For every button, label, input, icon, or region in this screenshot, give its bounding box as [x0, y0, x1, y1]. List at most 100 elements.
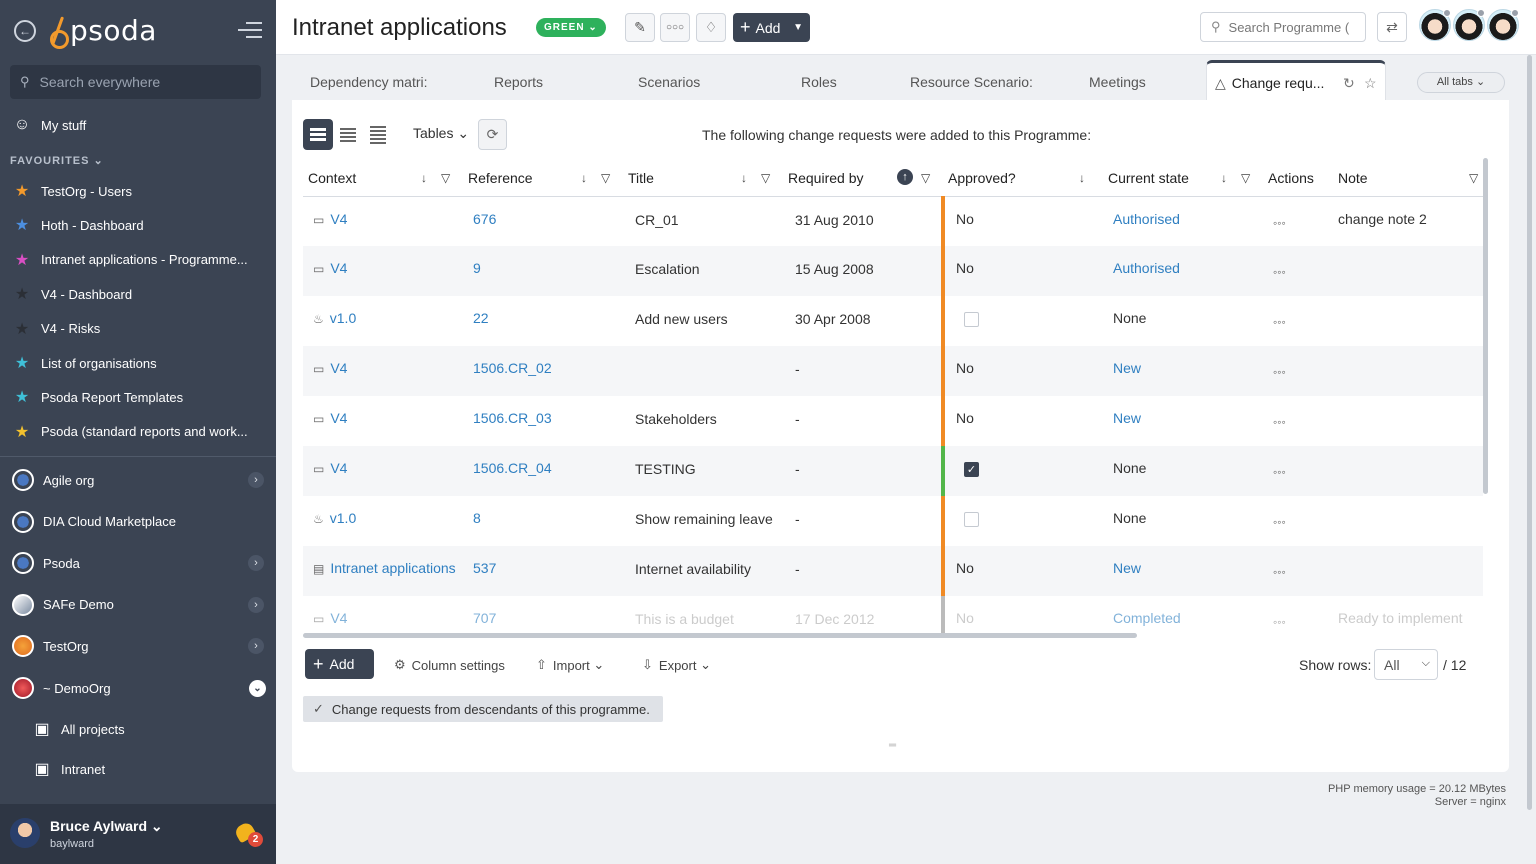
organisation-item[interactable]: DIA Cloud Marketplace — [0, 505, 276, 539]
state-link[interactable]: Completed — [1113, 610, 1181, 626]
refresh-table-icon[interactable]: ⟳ — [478, 119, 507, 150]
user-name[interactable]: Bruce Aylward ⌄ — [50, 818, 163, 835]
resize-handle-icon[interactable]: ═ — [889, 740, 901, 751]
context-link[interactable]: V4 — [330, 360, 347, 376]
more-actions-icon[interactable]: ◦◦◦ — [1273, 365, 1286, 379]
state-link[interactable]: Authorised — [1113, 260, 1180, 276]
collapse-menu-icon[interactable] — [238, 22, 262, 38]
more-actions-icon[interactable]: ◦◦◦ — [1273, 315, 1286, 329]
context-link[interactable]: V4 — [330, 211, 347, 227]
context-link[interactable]: V4 — [330, 260, 347, 276]
chevron-right-icon[interactable]: › — [248, 638, 264, 655]
reference-link[interactable]: 1506.CR_02 — [473, 360, 552, 376]
programme-search[interactable]: ⚲ — [1200, 12, 1366, 42]
all-tabs-dropdown[interactable]: All tabs ⌄ — [1417, 72, 1505, 93]
sidebar-item-all-projects[interactable]: ▣ All projects — [0, 712, 276, 746]
table-row[interactable]: ♨ v1.0 8 Show remaining leave - None ◦◦◦ — [303, 496, 1483, 546]
export-button[interactable]: ⇩ Export ⌄ — [642, 657, 711, 673]
more-actions-icon[interactable]: ◦◦◦ — [1273, 515, 1286, 529]
context-link[interactable]: V4 — [330, 460, 347, 476]
context-link[interactable]: V4 — [330, 410, 347, 426]
more-actions-icon[interactable]: ◦◦◦ — [1273, 615, 1286, 629]
reference-link[interactable]: 22 — [473, 310, 489, 326]
team-member-avatar[interactable] — [1419, 9, 1451, 41]
more-actions-icon[interactable]: ◦◦◦ — [1273, 565, 1286, 579]
column-header-required-by[interactable]: Required by ↑ ▽ — [783, 160, 943, 197]
tab-resource-scenarios[interactable]: Resource Scenario: — [910, 74, 1032, 90]
programme-search-input[interactable] — [1228, 19, 1359, 35]
table-row[interactable]: ▤ Intranet applications 537 Internet availa… — [303, 546, 1483, 596]
show-rows-select[interactable]: All ⌵ — [1374, 649, 1438, 680]
favourite-item[interactable]: ★ V4 - Dashboard — [0, 277, 276, 311]
sidebar-item-my-stuff[interactable]: ☺ My stuff — [0, 108, 276, 142]
more-actions-icon[interactable]: ◦◦◦ — [1273, 265, 1286, 279]
star-icon[interactable]: ☆ — [1364, 75, 1377, 92]
organisation-item[interactable]: ~ DemoOrg ⌄ — [0, 671, 276, 705]
vertical-scrollbar[interactable] — [1483, 158, 1488, 494]
approved-checkbox[interactable] — [964, 512, 979, 527]
reference-link[interactable]: 537 — [473, 560, 496, 576]
page-scrollbar[interactable] — [1527, 55, 1532, 810]
tab-dependency-matrix[interactable]: Dependency matri: — [310, 74, 432, 90]
favourite-item[interactable]: ★ Hoth - Dashboard — [0, 208, 276, 242]
favourite-item[interactable]: ★ Intranet applications - Programme... — [0, 243, 276, 277]
horizontal-scrollbar[interactable] — [303, 633, 1137, 638]
sidebar-search-input[interactable] — [39, 74, 240, 90]
more-options-icon[interactable]: ○○○ — [660, 13, 690, 42]
table-row[interactable]: ▭ V4 707 This is a budget 17 Dec 2012 No Compl… — [303, 596, 1483, 636]
tab-roles[interactable]: Roles — [801, 74, 837, 90]
favourite-item[interactable]: ★ Psoda (standard reports and work... — [0, 415, 276, 449]
state-link[interactable]: New — [1113, 560, 1141, 576]
logo[interactable]: psoda — [50, 14, 157, 49]
user-menu[interactable]: Bruce Aylward ⌄ baylward 2 — [0, 804, 276, 864]
chevron-down-icon[interactable]: ⌄ — [249, 679, 266, 697]
organisation-item[interactable]: TestOrg › — [0, 629, 276, 663]
switch-view-icon[interactable]: ⇄ — [1377, 12, 1407, 42]
more-actions-icon[interactable]: ◦◦◦ — [1273, 216, 1286, 230]
favourite-item[interactable]: ★ Psoda Report Templates — [0, 380, 276, 414]
favourite-item[interactable]: ★ V4 - Risks — [0, 312, 276, 346]
list-view-icon[interactable] — [303, 119, 333, 150]
state-link[interactable]: New — [1113, 360, 1141, 376]
avatar[interactable] — [10, 818, 40, 848]
tab-reports[interactable]: Reports — [494, 74, 543, 90]
organisation-item[interactable]: Psoda › — [0, 546, 276, 580]
table-row[interactable]: ▭ V4 1506.CR_04 TESTING - ✓ None ◦◦◦ — [303, 446, 1483, 496]
chevron-right-icon[interactable]: › — [248, 472, 264, 488]
more-actions-icon[interactable]: ◦◦◦ — [1273, 415, 1286, 429]
context-link[interactable]: Intranet applications — [330, 560, 455, 576]
organisation-item[interactable]: SAFe Demo › — [0, 588, 276, 622]
edit-icon[interactable]: ✎ — [625, 13, 655, 42]
tab-meetings[interactable]: Meetings — [1089, 74, 1146, 90]
chevron-right-icon[interactable]: › — [248, 596, 264, 613]
context-link[interactable]: v1.0 — [330, 310, 356, 326]
table-row[interactable]: ▭ V4 9 Escalation 15 Aug 2008 No Authorised ◦◦◦ — [303, 246, 1483, 296]
context-link[interactable]: V4 — [330, 610, 347, 626]
table-row[interactable]: ▭ V4 676 CR_01 31 Aug 2010 No Authorised ◦◦◦ cha… — [303, 196, 1483, 246]
tables-dropdown[interactable]: Tables ⌄ — [413, 125, 469, 142]
sidebar-search[interactable]: ⚲ — [10, 65, 261, 99]
column-header-note[interactable]: Note ▽ — [1333, 160, 1483, 197]
tab-change-requests[interactable]: △ Change requ... ↻ ☆ — [1206, 60, 1386, 100]
column-header-current-state[interactable]: Current state ↓ ▽ — [1103, 160, 1263, 197]
tag-icon[interactable]: ♢ — [696, 13, 726, 42]
column-header-title[interactable]: Title ↓ ▽ — [623, 160, 783, 197]
back-icon[interactable]: ← — [14, 20, 36, 42]
context-link[interactable]: v1.0 — [330, 510, 356, 526]
table-row[interactable]: ▭ V4 1506.CR_02 - No New ◦◦◦ — [303, 346, 1483, 396]
refresh-icon[interactable]: ↻ — [1343, 75, 1355, 92]
dense-view-icon[interactable] — [363, 119, 393, 150]
table-row[interactable]: ▭ V4 1506.CR_03 Stakeholders - No New ◦◦◦ — [303, 396, 1483, 446]
column-header-reference[interactable]: Reference ↓ ▽ — [463, 160, 623, 197]
tab-scenarios[interactable]: Scenarios — [638, 74, 700, 90]
chevron-right-icon[interactable]: › — [248, 555, 264, 572]
import-button[interactable]: ⇧ Import ⌄ — [536, 657, 604, 673]
favourite-item[interactable]: ★ TestOrg - Users — [0, 174, 276, 208]
descendants-toggle[interactable]: ✓ Change requests from descendants of thi… — [303, 696, 663, 722]
favourites-header[interactable]: FAVOURITES ⌄ — [10, 154, 104, 167]
team-member-avatar[interactable] — [1453, 9, 1485, 41]
team-member-avatar[interactable] — [1487, 9, 1519, 41]
sidebar-item-intranet[interactable]: ▣ Intranet — [0, 752, 276, 786]
status-badge[interactable]: GREEN ⌄ — [536, 18, 606, 37]
notifications-icon[interactable]: 2 — [233, 820, 263, 847]
